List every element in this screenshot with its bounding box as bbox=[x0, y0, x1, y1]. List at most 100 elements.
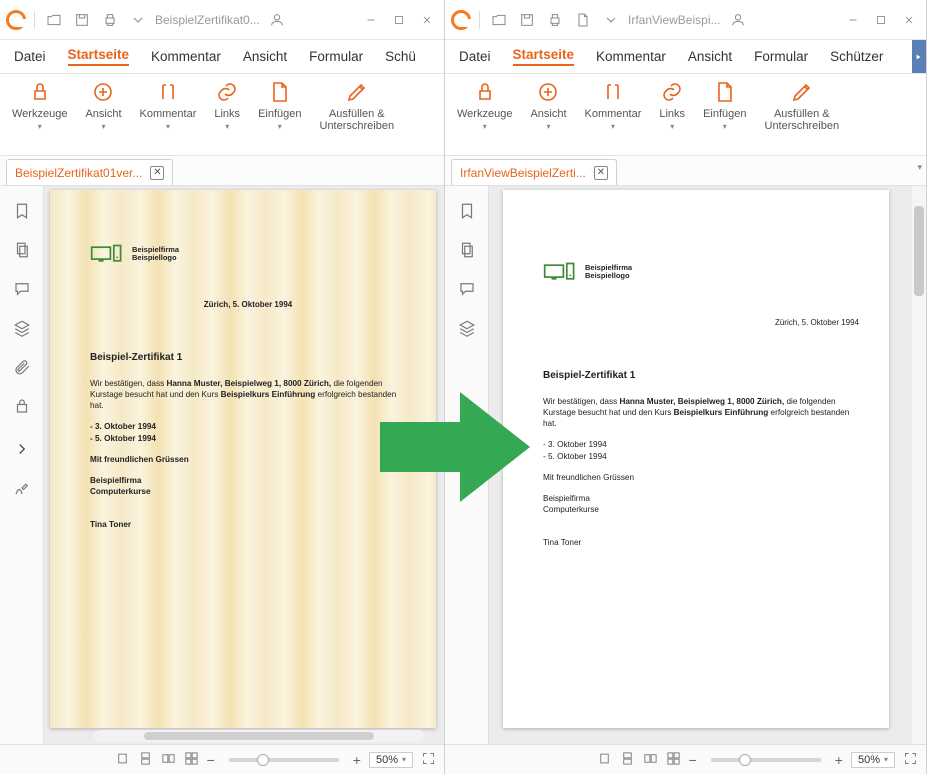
cert-title: Beispiel-Zertifikat 1 bbox=[543, 369, 859, 383]
ribbon-ansicht[interactable]: Ansicht▾ bbox=[79, 78, 127, 152]
print-icon[interactable] bbox=[544, 9, 566, 31]
comments-icon[interactable] bbox=[13, 280, 31, 301]
ribbon-ansicht[interactable]: Ansicht▾ bbox=[524, 78, 572, 152]
security-icon[interactable] bbox=[13, 397, 31, 418]
cert-date: Zürich, 5. Oktober 1994 bbox=[543, 318, 859, 329]
pages-icon[interactable] bbox=[458, 241, 476, 262]
document-tab-label: IrfanViewBeispielZerti... bbox=[460, 166, 586, 180]
horizontal-scrollbar[interactable] bbox=[94, 730, 424, 742]
ribbon-kommentar[interactable]: Kommentar▾ bbox=[134, 78, 203, 152]
company-logo-icon bbox=[543, 260, 577, 284]
ribbon-einfugen[interactable]: Einfügen▾ bbox=[697, 78, 752, 152]
maximize-button[interactable] bbox=[870, 9, 892, 31]
app-logo-icon bbox=[451, 10, 471, 30]
zoom-out-button[interactable]: − bbox=[689, 752, 697, 768]
tab-overflow-icon[interactable]: ▾ bbox=[917, 162, 922, 173]
minimize-button[interactable] bbox=[842, 9, 864, 31]
minimize-button[interactable] bbox=[360, 9, 382, 31]
fullscreen-icon[interactable] bbox=[421, 751, 436, 769]
zoom-in-button[interactable]: + bbox=[353, 752, 361, 768]
window-title: BeispielZertifikat0... bbox=[155, 13, 260, 27]
print-icon[interactable] bbox=[99, 9, 121, 31]
zoom-out-button[interactable]: − bbox=[207, 752, 215, 768]
menu-overflow-icon[interactable] bbox=[912, 40, 926, 73]
close-button[interactable] bbox=[416, 9, 438, 31]
ribbon-ausfullen[interactable]: Ausfüllen & Unterschreiben bbox=[759, 78, 846, 152]
ribbon-ausfullen[interactable]: Ausfüllen & Unterschreiben bbox=[314, 78, 401, 152]
statusbar: − + 50%▾ bbox=[445, 744, 926, 774]
signature-icon[interactable] bbox=[13, 479, 31, 500]
statusbar: − + 50%▾ bbox=[0, 744, 444, 774]
document-tabstrip: IrfanViewBeispielZerti... ✕ ▾ bbox=[445, 156, 926, 186]
side-panel bbox=[0, 186, 44, 744]
document-tab[interactable]: IrfanViewBeispielZerti... ✕ bbox=[451, 159, 617, 185]
dropdown-icon[interactable] bbox=[127, 9, 149, 31]
view-facing-cont-icon[interactable] bbox=[666, 751, 681, 769]
menu-formular[interactable]: Formular bbox=[309, 49, 363, 64]
ribbon-links[interactable]: Links▾ bbox=[208, 78, 246, 152]
pages-icon[interactable] bbox=[13, 241, 31, 262]
ribbon: Werkzeuge▾ Ansicht▾ Kommentar▾ Links▾ Ei… bbox=[0, 74, 444, 156]
workarea: BeispielfirmaBeispiellogo Zürich, 5. Okt… bbox=[0, 186, 444, 744]
menu-ansicht[interactable]: Ansicht bbox=[243, 49, 287, 64]
menu-startseite[interactable]: Startseite bbox=[513, 47, 575, 66]
save-icon[interactable] bbox=[71, 9, 93, 31]
menu-startseite[interactable]: Startseite bbox=[68, 47, 130, 66]
open-icon[interactable] bbox=[43, 9, 65, 31]
ribbon-kommentar[interactable]: Kommentar▾ bbox=[579, 78, 648, 152]
titlebar: IrfanViewBeispi... bbox=[445, 0, 926, 40]
zoom-in-button[interactable]: + bbox=[835, 752, 843, 768]
document-tab[interactable]: BeispielZertifikat01ver... ✕ bbox=[6, 159, 173, 185]
menu-kommentar[interactable]: Kommentar bbox=[151, 49, 221, 64]
window-title: IrfanViewBeispi... bbox=[628, 13, 721, 27]
menu-ansicht[interactable]: Ansicht bbox=[688, 49, 732, 64]
user-icon[interactable] bbox=[727, 9, 749, 31]
cert-body: Wir bestätigen, dass Hanna Muster, Beisp… bbox=[543, 396, 859, 429]
close-tab-icon[interactable]: ✕ bbox=[150, 166, 164, 180]
zoom-combobox[interactable]: 50%▾ bbox=[851, 752, 895, 768]
layers-icon[interactable] bbox=[13, 319, 31, 340]
cert-date: Zürich, 5. Oktober 1994 bbox=[90, 300, 406, 311]
maximize-button[interactable] bbox=[388, 9, 410, 31]
fullscreen-icon[interactable] bbox=[903, 751, 918, 769]
window-left: BeispielZertifikat0... Datei Startseite … bbox=[0, 0, 445, 774]
expand-panel-icon[interactable] bbox=[13, 440, 31, 461]
menubar: Datei Startseite Kommentar Ansicht Formu… bbox=[0, 40, 444, 74]
zoom-combobox[interactable]: 50%▾ bbox=[369, 752, 413, 768]
pdf-page: BeispielfirmaBeispiellogo Zürich, 5. Okt… bbox=[503, 190, 889, 728]
close-button[interactable] bbox=[898, 9, 920, 31]
ribbon-links[interactable]: Links▾ bbox=[653, 78, 691, 152]
ribbon-einfugen[interactable]: Einfügen▾ bbox=[252, 78, 307, 152]
ribbon-werkzeuge[interactable]: Werkzeuge▾ bbox=[451, 78, 518, 152]
open-icon[interactable] bbox=[488, 9, 510, 31]
vertical-scrollbar[interactable] bbox=[912, 186, 926, 744]
menu-schutzen[interactable]: Schützer bbox=[830, 49, 883, 64]
bookmark-icon[interactable] bbox=[13, 202, 31, 223]
menu-datei[interactable]: Datei bbox=[459, 49, 491, 64]
save-icon.[interactable] bbox=[516, 9, 538, 31]
view-continuous-icon[interactable] bbox=[620, 751, 635, 769]
layers-icon[interactable] bbox=[458, 319, 476, 340]
user-icon[interactable] bbox=[266, 9, 288, 31]
bookmark-icon[interactable] bbox=[458, 202, 476, 223]
menu-formular[interactable]: Formular bbox=[754, 49, 808, 64]
zoom-slider[interactable] bbox=[229, 758, 339, 762]
menu-kommentar[interactable]: Kommentar bbox=[596, 49, 666, 64]
attachment-icon[interactable] bbox=[13, 358, 31, 379]
view-facing-cont-icon[interactable] bbox=[184, 751, 199, 769]
view-single-icon[interactable] bbox=[115, 751, 130, 769]
view-single-icon[interactable] bbox=[597, 751, 612, 769]
zoom-slider[interactable] bbox=[711, 758, 821, 762]
view-facing-icon[interactable] bbox=[643, 751, 658, 769]
cert-body: Wir bestätigen, dass Hanna Muster, Beisp… bbox=[90, 378, 406, 411]
comments-icon[interactable] bbox=[458, 280, 476, 301]
dropdown-icon[interactable] bbox=[600, 9, 622, 31]
menu-schutzen[interactable]: Schü bbox=[385, 49, 416, 64]
view-facing-icon[interactable] bbox=[161, 751, 176, 769]
page-icon[interactable] bbox=[572, 9, 594, 31]
ribbon-werkzeuge[interactable]: Werkzeuge▾ bbox=[6, 78, 73, 152]
menu-datei[interactable]: Datei bbox=[14, 49, 46, 64]
close-tab-icon[interactable]: ✕ bbox=[594, 166, 608, 180]
view-continuous-icon[interactable] bbox=[138, 751, 153, 769]
page-canvas[interactable]: BeispielfirmaBeispiellogo Zürich, 5. Okt… bbox=[489, 186, 926, 744]
